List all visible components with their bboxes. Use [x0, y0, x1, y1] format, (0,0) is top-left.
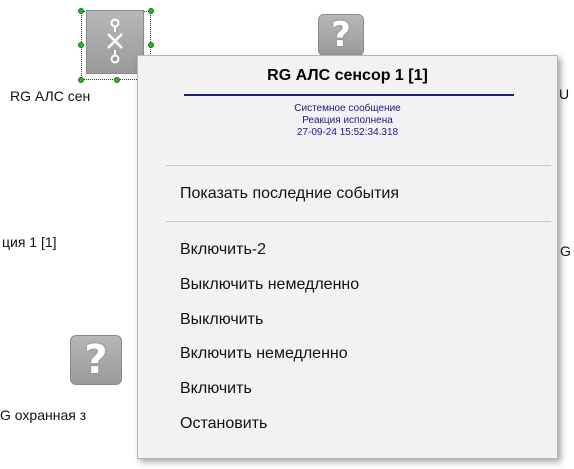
menu-item-enable-2[interactable]: Включить-2 [180, 240, 266, 260]
selection-handle[interactable] [78, 42, 84, 48]
device-label[interactable]: RG АЛС сен [10, 88, 137, 104]
menu-separator [166, 165, 551, 166]
menu-title: RG АЛС сенсор 1 [1] [267, 67, 428, 84]
unknown-device-icon[interactable]: ? [318, 14, 364, 56]
selection-handle[interactable] [148, 8, 154, 14]
unknown-device-icon[interactable]: ? [70, 335, 122, 385]
menu-separator [166, 221, 551, 222]
context-menu: RG АЛС сенсор 1 [1] Системное сообщение … [137, 55, 558, 459]
menu-item-enable-immediately[interactable]: Включить немедленно [180, 344, 348, 364]
question-icon: ? [84, 337, 108, 383]
device-label[interactable]: G [560, 243, 571, 259]
status-message: Системное сообщение [294, 103, 401, 114]
menu-item-disable[interactable]: Выключить [180, 310, 263, 330]
map-canvas[interactable]: RG АЛС сен ? ция 1 [1] U G ? G охранная … [0, 0, 574, 469]
device-label[interactable]: ция 1 [1] [2, 234, 57, 250]
sensor-x-icon [107, 18, 123, 64]
menu-item-stop[interactable]: Остановить [180, 414, 267, 434]
status-timestamp: 27-09-24 15:52:34.318 [296, 127, 399, 138]
menu-item-show-events[interactable]: Показать последние события [180, 184, 399, 204]
selection-handle[interactable] [78, 8, 84, 14]
device-label[interactable]: G охранная з [0, 407, 137, 423]
title-underline [184, 94, 514, 96]
selection-handle[interactable] [114, 77, 120, 83]
menu-item-disable-immediately[interactable]: Выключить немедленно [180, 275, 359, 295]
sensor-device-icon[interactable] [86, 10, 144, 74]
status-reaction: Реакция исполнена [302, 115, 393, 126]
menu-item-enable[interactable]: Включить [180, 379, 252, 399]
device-label[interactable]: U [559, 86, 569, 102]
question-icon: ? [331, 15, 351, 55]
selection-handle[interactable] [78, 77, 84, 83]
selection-handle[interactable] [148, 42, 154, 48]
